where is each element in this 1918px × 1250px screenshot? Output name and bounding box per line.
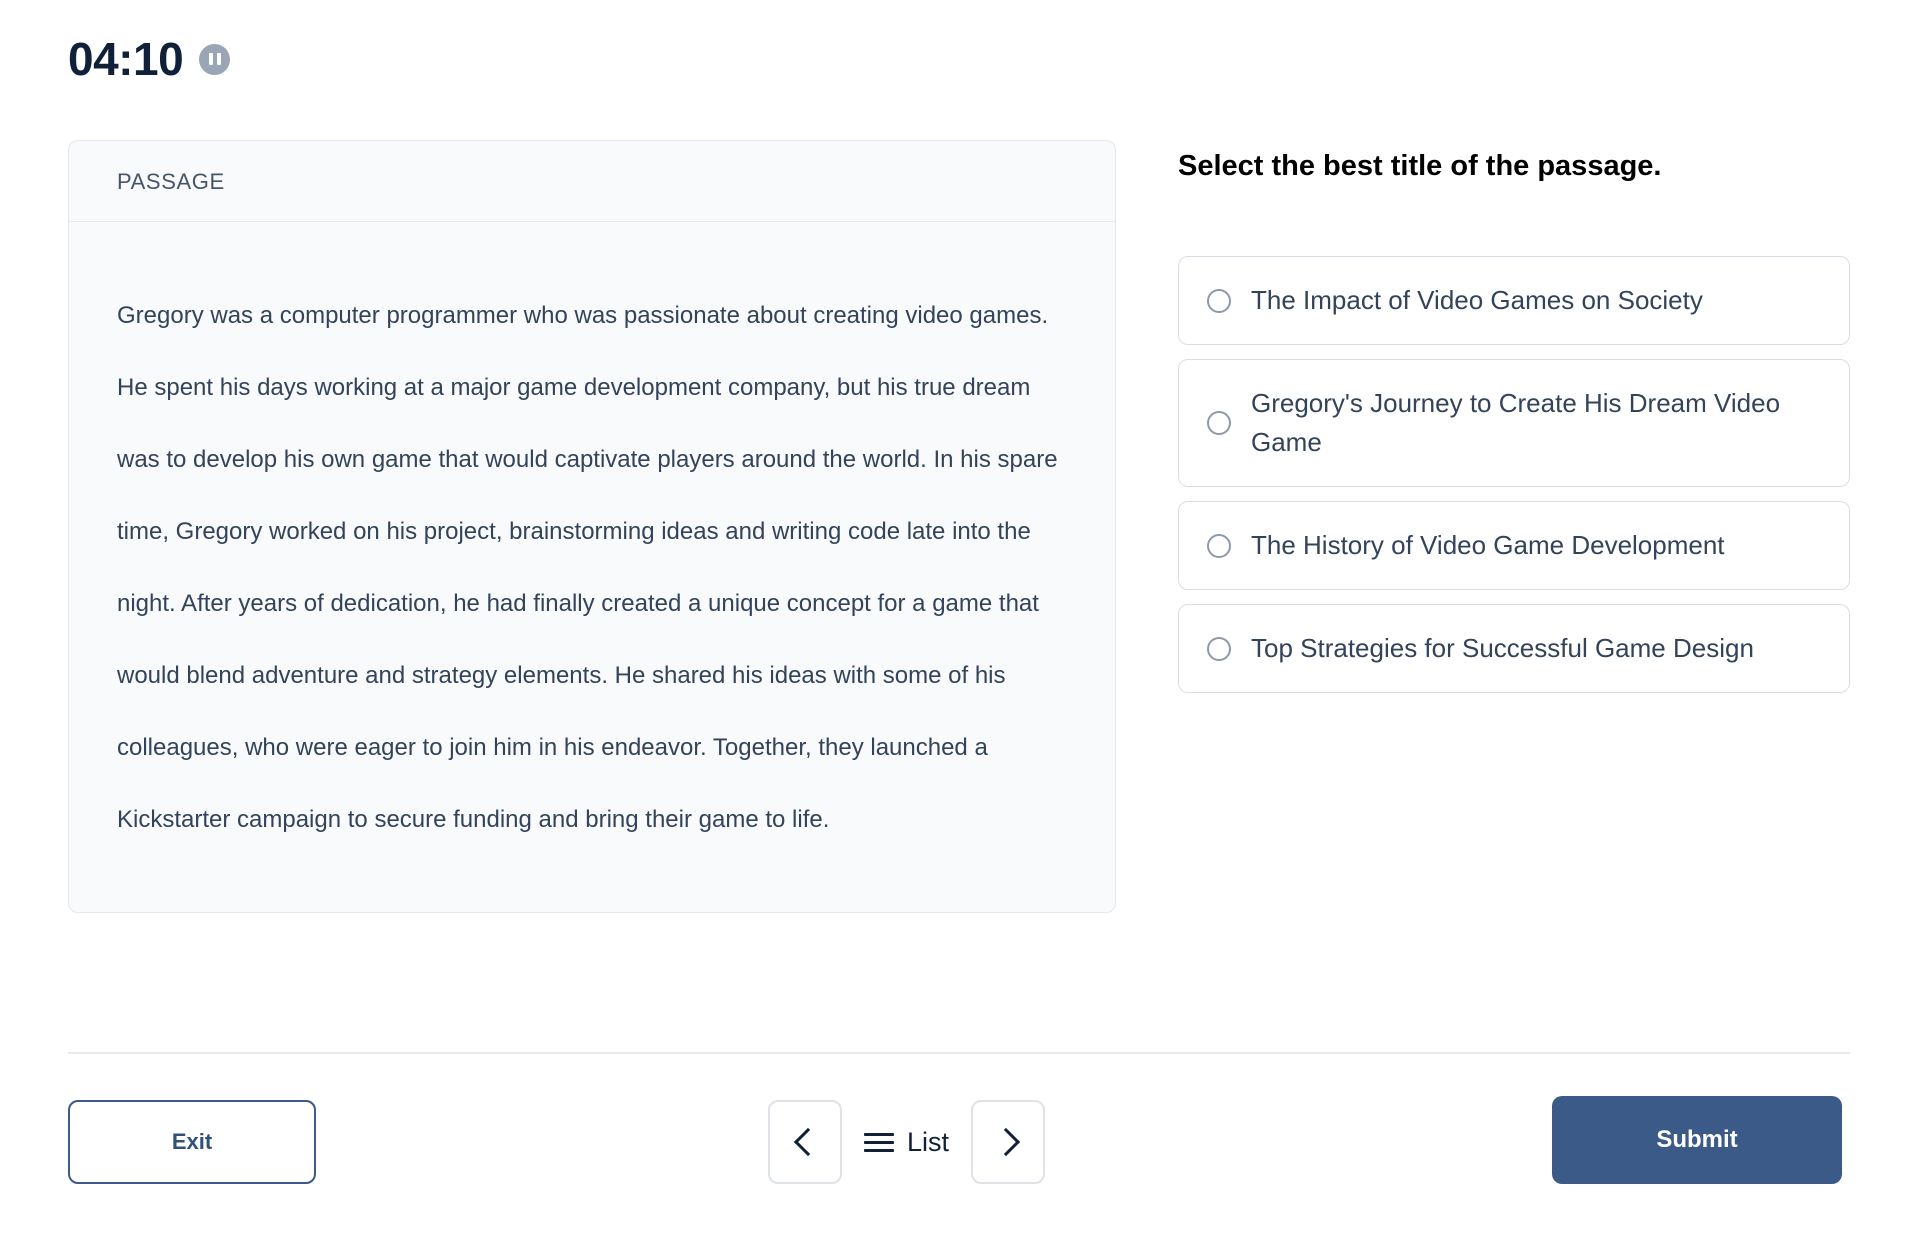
timer-bar: 04:10 — [68, 33, 231, 85]
question-panel: Select the best title of the passage. Th… — [1178, 140, 1850, 694]
navigation-group: List — [768, 1100, 1046, 1184]
passage-header-label: PASSAGE — [69, 141, 1115, 222]
option-item-4[interactable]: Top Strategies for Successful Game Desig… — [1178, 604, 1850, 694]
option-label: Top Strategies for Successful Game Desig… — [1251, 633, 1754, 664]
option-label: Gregory's Journey to Create His Dream Vi… — [1251, 388, 1781, 458]
option-label: The History of Video Game Development — [1251, 530, 1725, 561]
radio-icon[interactable] — [1207, 636, 1231, 661]
hamburger-icon — [864, 1132, 894, 1152]
chevron-left-icon — [793, 1127, 822, 1157]
radio-icon[interactable] — [1207, 411, 1231, 436]
footer-bar: Exit List Submit — [0, 1096, 1918, 1200]
option-label: The Impact of Video Games on Society — [1251, 285, 1703, 316]
previous-button[interactable] — [768, 1100, 842, 1184]
pause-bar-left — [208, 53, 213, 65]
hamburger-line — [864, 1132, 894, 1136]
submit-button[interactable]: Submit — [1552, 1096, 1842, 1184]
chevron-right-icon — [991, 1127, 1020, 1157]
pause-icon[interactable] — [199, 43, 231, 75]
option-item-2[interactable]: Gregory's Journey to Create His Dream Vi… — [1178, 359, 1850, 488]
timer-value: 04:10 — [68, 33, 184, 85]
option-item-3[interactable]: The History of Video Game Development — [1178, 501, 1850, 591]
list-button-label: List — [907, 1126, 950, 1157]
pause-bar-right — [216, 53, 221, 65]
next-button[interactable] — [971, 1100, 1046, 1184]
passage-text: Gregory was a computer programmer who wa… — [117, 302, 1058, 833]
radio-icon[interactable] — [1207, 288, 1231, 313]
passage-card: PASSAGE Gregory was a computer programme… — [68, 140, 1116, 913]
radio-icon[interactable] — [1207, 533, 1231, 558]
exit-button[interactable]: Exit — [68, 1100, 316, 1184]
list-button[interactable]: List — [864, 1127, 949, 1158]
hamburger-line — [864, 1140, 894, 1144]
option-item-1[interactable]: The Impact of Video Games on Society — [1178, 256, 1850, 346]
options-list: The Impact of Video Games on Society Gre… — [1178, 256, 1850, 694]
question-title: Select the best title of the passage. — [1178, 150, 1662, 182]
hamburger-line — [864, 1148, 894, 1152]
passage-body: Gregory was a computer programmer who wa… — [69, 222, 1115, 912]
footer-divider — [68, 1052, 1850, 1054]
